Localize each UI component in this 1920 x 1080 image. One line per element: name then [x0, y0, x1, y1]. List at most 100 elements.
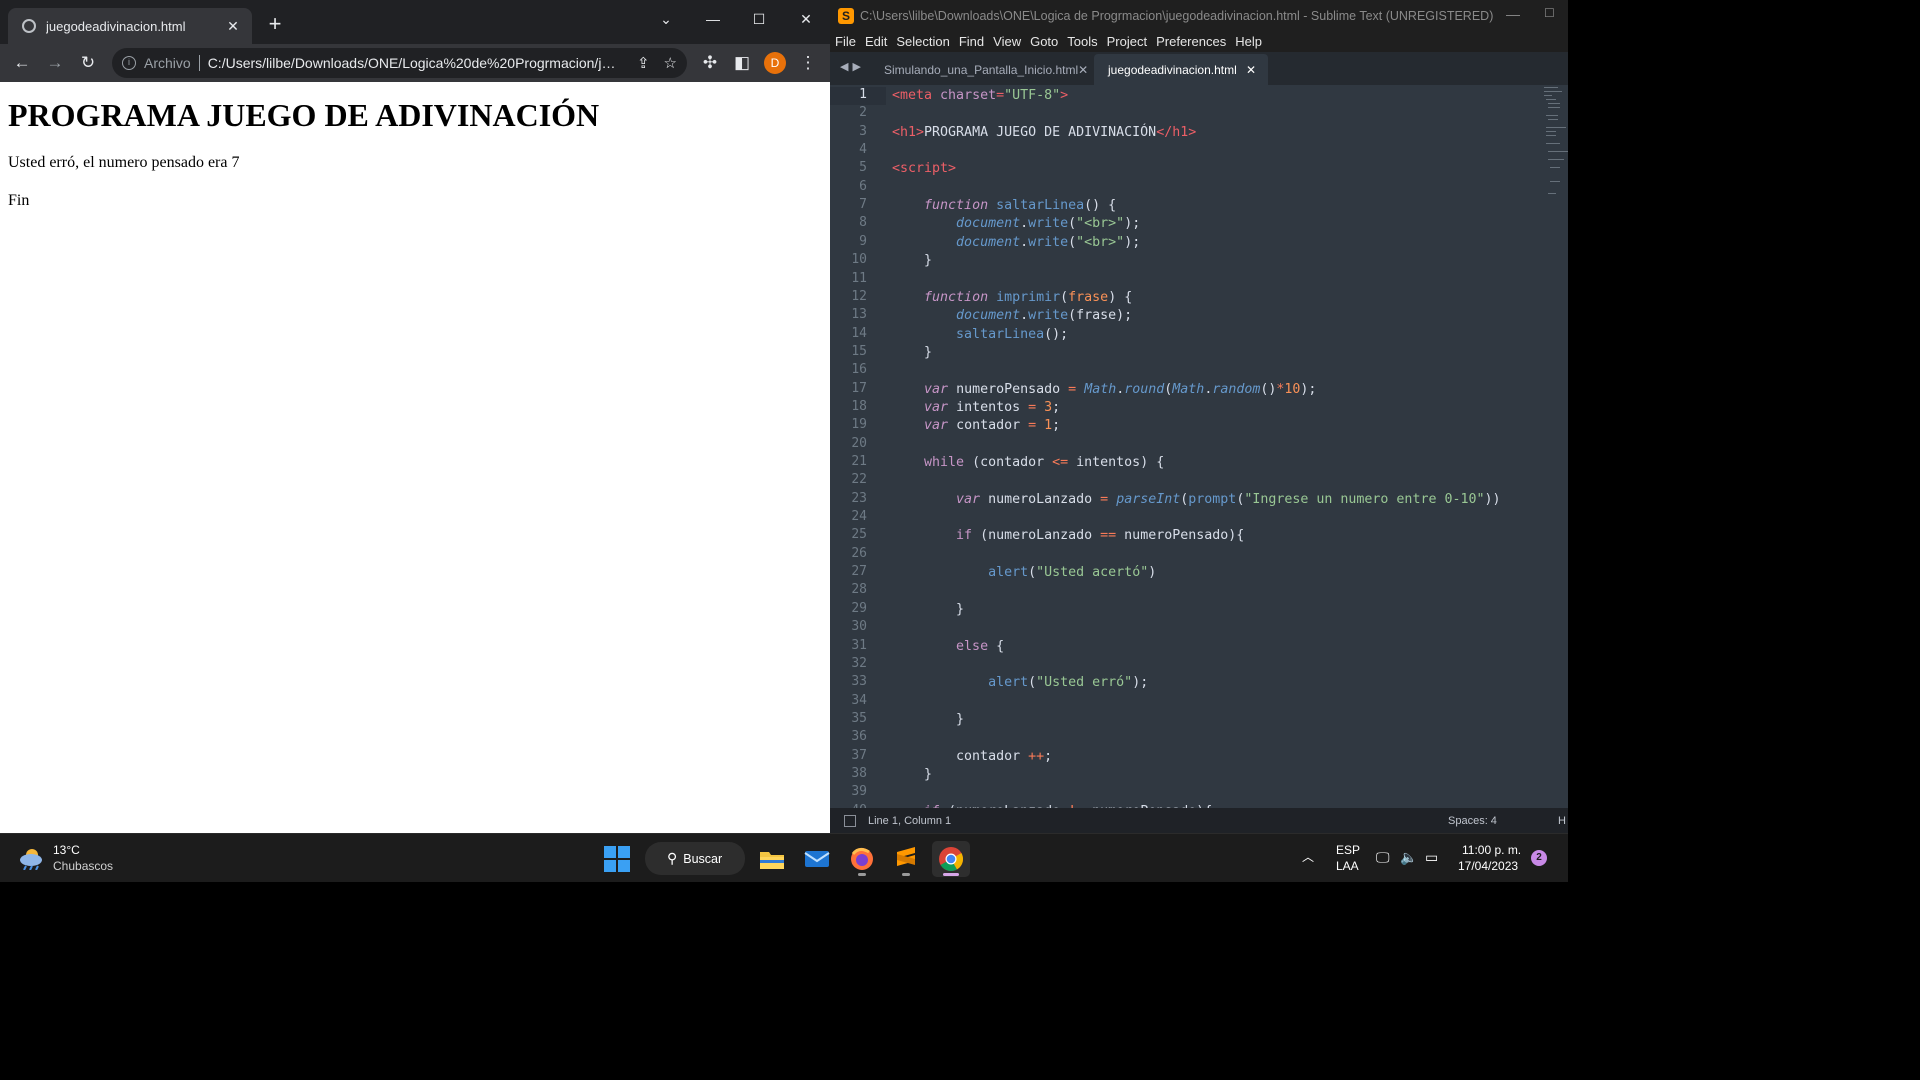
- windows-start-icon[interactable]: [604, 846, 630, 872]
- code-line[interactable]: <script>: [892, 160, 956, 178]
- code-editor[interactable]: 1 2 3 4 5 6 7 8 9 10 11 12 13 14 15 16 17 18 19 20 21 22 23 24 2…: [830, 85, 1568, 808]
- chevron-up-icon[interactable]: ︿: [1302, 848, 1314, 865]
- code-line[interactable]: document.write("<br>");: [892, 215, 1140, 233]
- syntax-setting[interactable]: H: [1558, 815, 1566, 827]
- bookmark-star-icon[interactable]: ☆: [664, 54, 677, 72]
- close-tab-icon[interactable]: ✕: [224, 18, 242, 35]
- code-line[interactable]: function imprimir(frase) {: [892, 289, 1132, 307]
- editor-tab-juego[interactable]: juegodeadivinacion.html ✕: [1094, 54, 1268, 85]
- code-token: Math: [1084, 381, 1117, 397]
- minimize-button[interactable]: —: [1506, 6, 1520, 22]
- reload-button[interactable]: ↻: [74, 49, 102, 77]
- new-tab-button[interactable]: +: [263, 12, 287, 36]
- code-line[interactable]: var numeroLanzado = parseInt(prompt("Ing…: [892, 491, 1500, 509]
- share-icon[interactable]: ⇪: [637, 54, 650, 72]
- menu-project[interactable]: Project: [1107, 32, 1147, 52]
- taskbar-search-button[interactable]: ⚲ Buscar: [645, 842, 745, 875]
- browser-tab[interactable]: juegodeadivinacion.html ✕: [8, 8, 252, 44]
- firefox-icon[interactable]: [843, 841, 881, 877]
- file-explorer-icon[interactable]: [753, 841, 791, 877]
- menu-help[interactable]: Help: [1235, 32, 1262, 52]
- clock-time[interactable]: 11:00 p. m.: [1462, 843, 1521, 857]
- code-line[interactable]: var intentos = 3;: [892, 399, 1060, 417]
- volume-icon[interactable]: 🔈: [1400, 849, 1417, 866]
- code-line[interactable]: while (contador <= intentos) {: [892, 454, 1164, 472]
- menu-tools[interactable]: Tools: [1067, 32, 1097, 52]
- line-number: 30: [851, 619, 867, 635]
- menu-file[interactable]: File: [835, 32, 856, 52]
- cursor-position[interactable]: Line 1, Column 1: [868, 815, 951, 827]
- info-icon[interactable]: i: [122, 56, 136, 70]
- code-token: }: [892, 711, 965, 727]
- minimize-button[interactable]: —: [690, 4, 736, 34]
- battery-icon[interactable]: ▭: [1425, 849, 1438, 866]
- code-line[interactable]: contador ++;: [892, 748, 1052, 766]
- weather-temperature[interactable]: 13°C: [53, 843, 80, 857]
- code-line[interactable]: document.write(frase);: [892, 307, 1132, 325]
- clock-date[interactable]: 17/04/2023: [1458, 859, 1518, 873]
- extensions-icon[interactable]: ✣: [696, 49, 724, 77]
- menu-find[interactable]: Find: [959, 32, 984, 52]
- code-line[interactable]: }: [892, 601, 964, 619]
- code-token: () {: [1084, 198, 1117, 214]
- code-line[interactable]: }: [892, 766, 932, 784]
- mail-icon[interactable]: [798, 841, 836, 877]
- weather-description[interactable]: Chubascos: [53, 859, 113, 873]
- close-icon[interactable]: ✕: [1246, 63, 1256, 77]
- code-token: round: [1124, 381, 1165, 397]
- close-icon[interactable]: ✕: [1078, 63, 1088, 77]
- minimap[interactable]: [1542, 85, 1568, 205]
- profile-avatar[interactable]: D: [764, 52, 786, 74]
- tab-search-icon[interactable]: ⌄: [643, 4, 689, 34]
- code-line[interactable]: if (numeroLanzado == numeroPensado){: [892, 527, 1244, 545]
- line-number: 1: [859, 87, 867, 102]
- code-token: <=: [1052, 455, 1069, 470]
- code-line[interactable]: }: [892, 711, 964, 729]
- panel-toggle-icon[interactable]: [844, 814, 856, 827]
- keyboard-layout-indicator[interactable]: LAA: [1336, 859, 1359, 873]
- back-button[interactable]: ←: [8, 49, 36, 77]
- editor-tab-simulando[interactable]: Simulando_una_Pantalla_Inicio.html ✕: [870, 54, 1095, 85]
- menu-preferences[interactable]: Preferences: [1156, 32, 1226, 52]
- menu-selection[interactable]: Selection: [896, 32, 949, 52]
- code-line[interactable]: <meta charset="UTF-8">: [892, 87, 1068, 105]
- indentation-setting[interactable]: Spaces: 4: [1448, 815, 1497, 827]
- code-line[interactable]: var contador = 1;: [892, 417, 1060, 435]
- code-line[interactable]: alert("Usted erró");: [892, 674, 1148, 692]
- code-line[interactable]: <h1>PROGRAMA JUEGO DE ADIVINACIÓN</h1>: [892, 124, 1196, 142]
- sublime-text-icon[interactable]: [887, 841, 925, 877]
- code-line[interactable]: else {: [892, 638, 1004, 656]
- address-bar[interactable]: i Archivo C:/Users/lilbe/Downloads/ONE/L…: [112, 48, 687, 78]
- tab-scroll-arrows-icon[interactable]: ◀▶: [840, 60, 865, 73]
- code-token: (contador: [964, 455, 1053, 470]
- line-number: 35: [851, 710, 867, 726]
- code-line[interactable]: document.write("<br>");: [892, 234, 1140, 252]
- language-indicator[interactable]: ESP: [1336, 843, 1360, 857]
- menu-goto[interactable]: Goto: [1030, 32, 1058, 52]
- code-line[interactable]: var numeroPensado = Math.round(Math.rand…: [892, 381, 1316, 399]
- code-token: (frase);: [1068, 308, 1133, 324]
- side-panel-icon[interactable]: ◧: [728, 49, 756, 77]
- chrome-icon[interactable]: [932, 841, 970, 877]
- maximize-button[interactable]: ☐: [1544, 6, 1555, 20]
- notification-badge[interactable]: 2: [1531, 850, 1547, 866]
- menu-kebab-icon[interactable]: ⋮: [794, 49, 822, 77]
- menu-edit[interactable]: Edit: [865, 32, 887, 52]
- address-origin: Archivo: [144, 55, 191, 71]
- maximize-button[interactable]: ☐: [736, 4, 782, 34]
- code-line[interactable]: }: [892, 252, 932, 270]
- line-number: 3: [859, 123, 867, 139]
- line-number: 6: [859, 178, 867, 194]
- code-line[interactable]: function saltarLinea() {: [892, 197, 1116, 215]
- code-line[interactable]: }: [892, 344, 932, 362]
- network-icon[interactable]: 🖵: [1376, 849, 1390, 866]
- code-line[interactable]: alert("Usted acertó"): [892, 564, 1156, 582]
- address-url[interactable]: C:/Users/lilbe/Downloads/ONE/Logica%20de…: [208, 55, 623, 71]
- weather-rain-icon[interactable]: [18, 846, 46, 870]
- code-line[interactable]: saltarLinea();: [892, 326, 1068, 344]
- menu-view[interactable]: View: [993, 32, 1021, 52]
- close-window-button[interactable]: ✕: [783, 4, 829, 34]
- line-number: 28: [851, 582, 867, 598]
- forward-button[interactable]: →: [41, 49, 69, 77]
